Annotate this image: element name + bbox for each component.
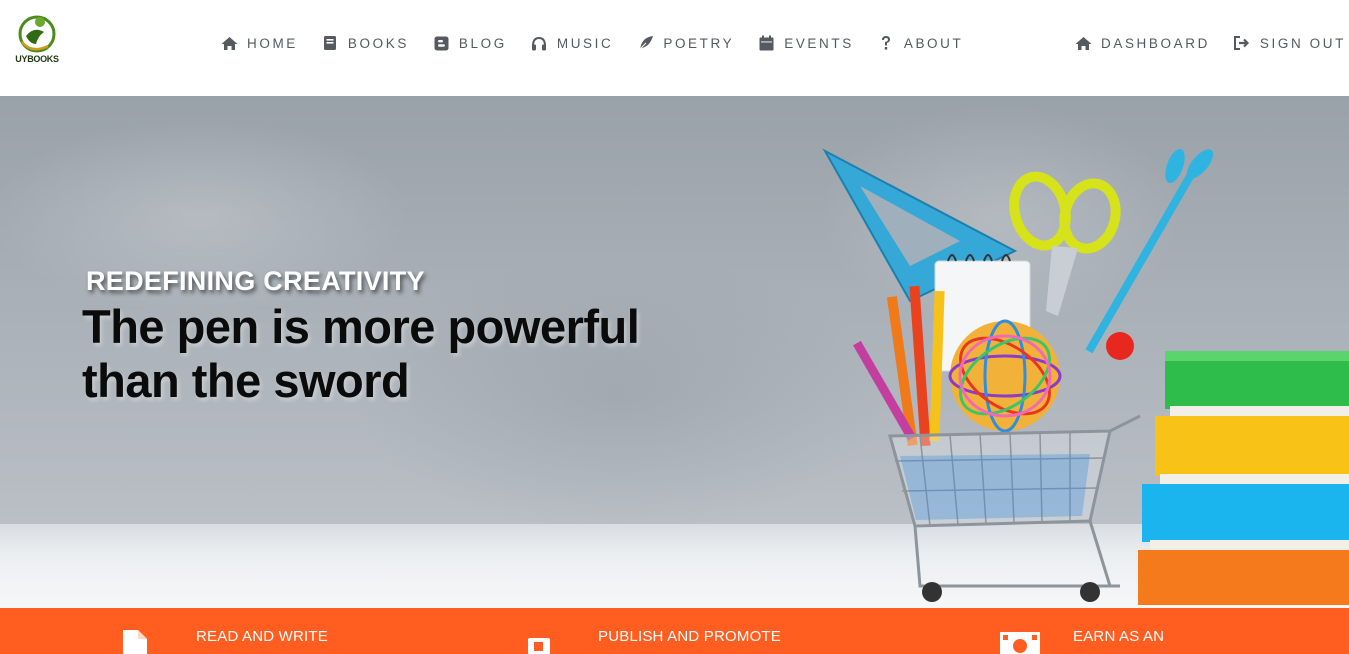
money-icon bbox=[1000, 632, 1040, 654]
nav-item-events[interactable]: EVENTS bbox=[758, 35, 854, 51]
nav-item-books[interactable]: BOOKS bbox=[322, 35, 409, 51]
logo-mark-icon bbox=[18, 15, 56, 53]
feature-title-read-and-write: READ AND WRITE bbox=[196, 628, 328, 645]
feather-icon bbox=[637, 35, 654, 51]
logo-text: UYBOOKS bbox=[15, 54, 59, 64]
file-icon bbox=[120, 630, 150, 654]
nav-label-books: BOOKS bbox=[347, 35, 409, 51]
account-nav: DASHBOARD SIGN OUT bbox=[1075, 32, 1349, 54]
features-strip: READ AND WRITE PUBLISH AND PROMOTE EARN … bbox=[0, 608, 1349, 654]
nav-item-blog[interactable]: BLOG bbox=[433, 35, 507, 51]
document-icon bbox=[525, 638, 555, 654]
blogger-icon bbox=[433, 35, 450, 51]
nav-item-sign-out[interactable]: SIGN OUT bbox=[1234, 35, 1346, 51]
nav-label-blog: BLOG bbox=[458, 35, 507, 51]
hero-banner: REDEFINING CREATIVITY The pen is more po… bbox=[0, 96, 1349, 608]
nav-label-sign-out: SIGN OUT bbox=[1259, 35, 1346, 51]
home-icon bbox=[221, 35, 238, 51]
nav-item-poetry[interactable]: POETRY bbox=[637, 35, 734, 51]
stationery-cart-illustration bbox=[822, 148, 1349, 605]
nav-label-events: EVENTS bbox=[784, 35, 854, 51]
calendar-icon bbox=[758, 35, 775, 51]
book-icon bbox=[322, 35, 339, 51]
question-icon bbox=[878, 35, 895, 51]
uybooks-logo[interactable]: UYBOOKS bbox=[14, 14, 60, 70]
nav-label-dashboard: DASHBOARD bbox=[1101, 35, 1210, 51]
hero-title-line-2: than the sword bbox=[82, 354, 410, 407]
main-nav: HOME BOOKS BLOG MUSIC POETRY EVENTS ABOU… bbox=[221, 32, 987, 54]
nav-label-about: ABOUT bbox=[903, 35, 964, 51]
home-icon bbox=[1075, 35, 1092, 51]
nav-item-home[interactable]: HOME bbox=[221, 35, 298, 51]
hero-eyebrow: REDEFINING CREATIVITY bbox=[86, 266, 425, 296]
nav-item-about[interactable]: ABOUT bbox=[878, 35, 964, 51]
site-header: UYBOOKS HOME BOOKS BLOG MUSIC POETRY EVE… bbox=[0, 0, 1349, 96]
hero-title-line-1: The pen is more powerful bbox=[82, 300, 640, 353]
nav-label-music: MUSIC bbox=[556, 35, 614, 51]
feature-title-earn: EARN AS AN bbox=[1073, 628, 1165, 645]
nav-item-dashboard[interactable]: DASHBOARD bbox=[1075, 35, 1210, 51]
hero-title: The pen is more powerful than the sword bbox=[82, 300, 782, 408]
feature-title-publish-and-promote: PUBLISH AND PROMOTE bbox=[598, 628, 782, 645]
sign-out-icon bbox=[1234, 35, 1251, 51]
nav-label-poetry: POETRY bbox=[663, 35, 735, 51]
headphones-icon bbox=[531, 35, 548, 51]
nav-label-home: HOME bbox=[247, 35, 298, 51]
nav-item-music[interactable]: MUSIC bbox=[531, 35, 614, 51]
